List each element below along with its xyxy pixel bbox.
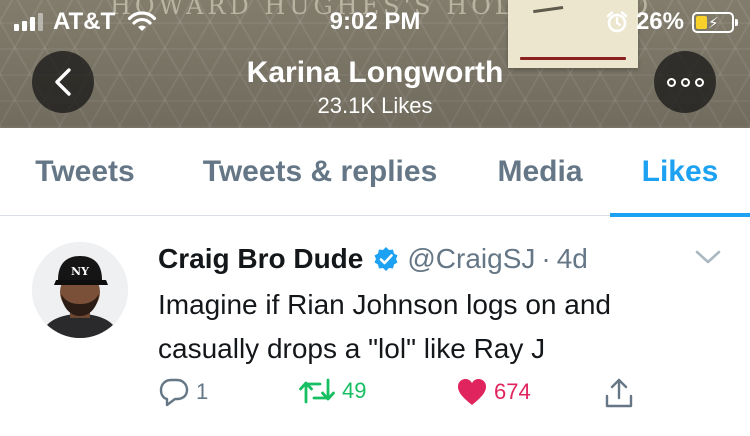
tab-tweets[interactable]: Tweets: [10, 128, 160, 216]
battery-charging-icon: ⚡: [692, 11, 738, 33]
profile-tabs: Tweets Tweets & replies Media Likes: [0, 128, 750, 217]
verified-badge-icon: [374, 247, 398, 271]
reply-icon: [159, 378, 189, 407]
reply-button[interactable]: 1: [158, 377, 208, 407]
profile-title: Karina Longworth 23.1K Likes: [0, 56, 750, 120]
tab-tweets-and-replies[interactable]: Tweets & replies: [182, 128, 458, 216]
like-count: 674: [494, 379, 531, 404]
heart-icon: [458, 379, 486, 405]
retweet-count: 49: [342, 378, 367, 403]
tab-media[interactable]: Media: [478, 128, 602, 216]
retweet-button[interactable]: 49: [298, 377, 366, 405]
more-dots-icon: [666, 77, 704, 87]
share-icon: [605, 378, 633, 408]
tweet-header: Craig Bro Dude @CraigSJ · 4d: [158, 241, 588, 277]
share-button[interactable]: [604, 377, 634, 409]
profile-name: Karina Longworth: [246, 56, 504, 89]
chevron-down-icon[interactable]: [694, 247, 722, 267]
tweet-separator: ·: [541, 243, 551, 274]
retweet-icon: [299, 378, 335, 404]
tweet-actions: 1 49 674: [158, 377, 658, 417]
profile-likes-count: 23.1K Likes: [317, 93, 433, 118]
tweet-author-name[interactable]: Craig Bro Dude: [158, 241, 363, 277]
battery-percent: 26%: [635, 8, 684, 35]
tweet-text: Imagine if Rian Johnson logs on and casu…: [158, 289, 611, 364]
like-button[interactable]: 674: [456, 377, 531, 407]
tweet-author-handle[interactable]: @CraigSJ: [407, 241, 535, 277]
alarm-icon: [606, 11, 628, 33]
status-bar: AT&T 9:02 PM 26% ⚡: [0, 0, 750, 44]
svg-text:NY: NY: [71, 265, 89, 278]
tweet-age: 4d: [556, 243, 588, 274]
tweet-card[interactable]: NY Craig Bro Dude @CraigSJ · 4d Imagine …: [0, 217, 750, 436]
reply-count: 1: [196, 379, 209, 404]
tab-likes[interactable]: Likes: [610, 128, 750, 217]
more-options-button[interactable]: [654, 51, 716, 113]
avatar[interactable]: NY: [32, 242, 128, 338]
